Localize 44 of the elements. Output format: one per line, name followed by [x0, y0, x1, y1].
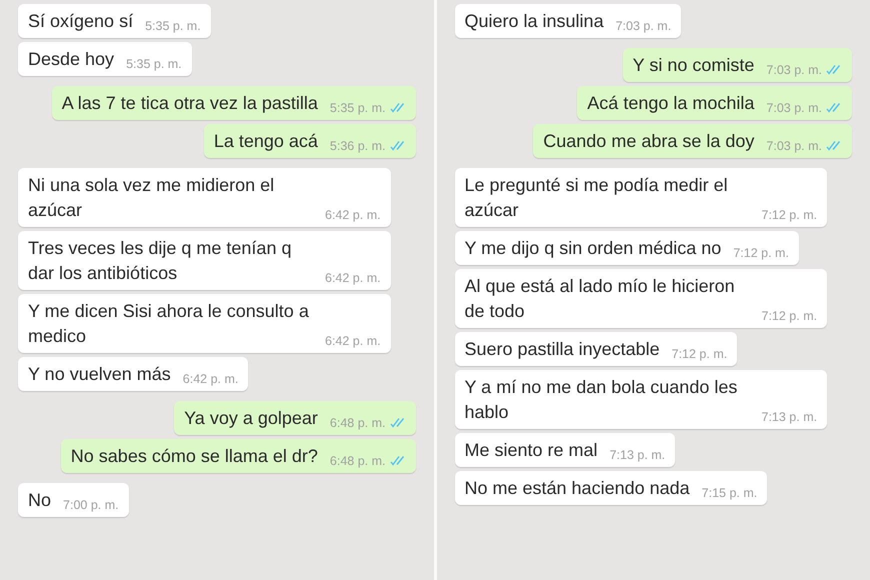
message-text: Ni una sola vez me midieron el azúcar [28, 174, 276, 222]
message-time: 5:35 p. m. [145, 18, 201, 32]
message-text: Tres veces les dije q me tenían q dar los antibióticos [28, 237, 292, 285]
message-time: 7:03 p. m. [766, 138, 822, 152]
message-time: 5:35 p. m. [126, 56, 182, 70]
message-text: Ya voy a golpear [184, 407, 318, 430]
message-time: 7:12 p. m. [762, 208, 818, 222]
message-text: Me siento re mal [464, 439, 598, 462]
message-text: La tengo acá [214, 130, 318, 153]
message-time: 5:36 p. m. [330, 138, 386, 152]
message-text: No [28, 489, 52, 512]
message-text: No sabes cómo se llama el dr? [70, 445, 318, 468]
message-text: Sí oxígeno sí [28, 10, 134, 33]
message-time: 7:13 p. m. [610, 448, 666, 462]
message-time: 7:12 p. m. [762, 308, 818, 322]
message-time: 6:48 p. m. [330, 454, 386, 468]
message-time: 6:48 p. m. [330, 416, 386, 430]
message-text: Suero pastilla inyectable [464, 338, 660, 361]
message-time: 6:42 p. m. [325, 270, 381, 284]
message-text: Le pregunté si me podía medir el azúcar [464, 174, 729, 222]
message-time: 7:03 p. m. [766, 100, 822, 114]
message-time: 5:35 p. m. [330, 100, 386, 114]
message-time: 7:00 p. m. [63, 498, 119, 512]
message-time: 7:12 p. m. [672, 346, 728, 360]
message-text: Desde hoy [28, 48, 114, 71]
message-time: 7:12 p. m. [733, 246, 789, 260]
message-text: Quiero la insulina [464, 10, 604, 33]
message-text: Al que está al lado mío le hicieron de todo [464, 275, 736, 323]
message-text: Y me dijo q sin orden médica no [464, 237, 722, 260]
message-time: 7:13 p. m. [762, 410, 818, 424]
message-time: 6:42 p. m. [182, 372, 238, 386]
message-text: Y si no comiste [632, 54, 754, 77]
message-time: 7:15 p. m. [702, 486, 758, 500]
message-time: 6:42 p. m. [325, 334, 381, 348]
message-text: Y a mí no me dan bola cuando les hablo [464, 376, 738, 424]
message-text: Y me dicen Sisi ahora le consulto a medico [28, 300, 310, 348]
message-text: A las 7 te tica otra vez la pastilla [62, 92, 318, 115]
message-time: 7:03 p. m. [766, 62, 822, 76]
message-text: Cuando me abra se la doy [543, 130, 754, 153]
message-text: Y no vuelven más [28, 363, 171, 386]
message-time: 7:03 p. m. [616, 18, 672, 32]
message-time: 6:42 p. m. [325, 208, 381, 222]
message-text: No me están haciendo nada [464, 477, 690, 500]
message-text: Acá tengo la mochila [587, 92, 754, 115]
